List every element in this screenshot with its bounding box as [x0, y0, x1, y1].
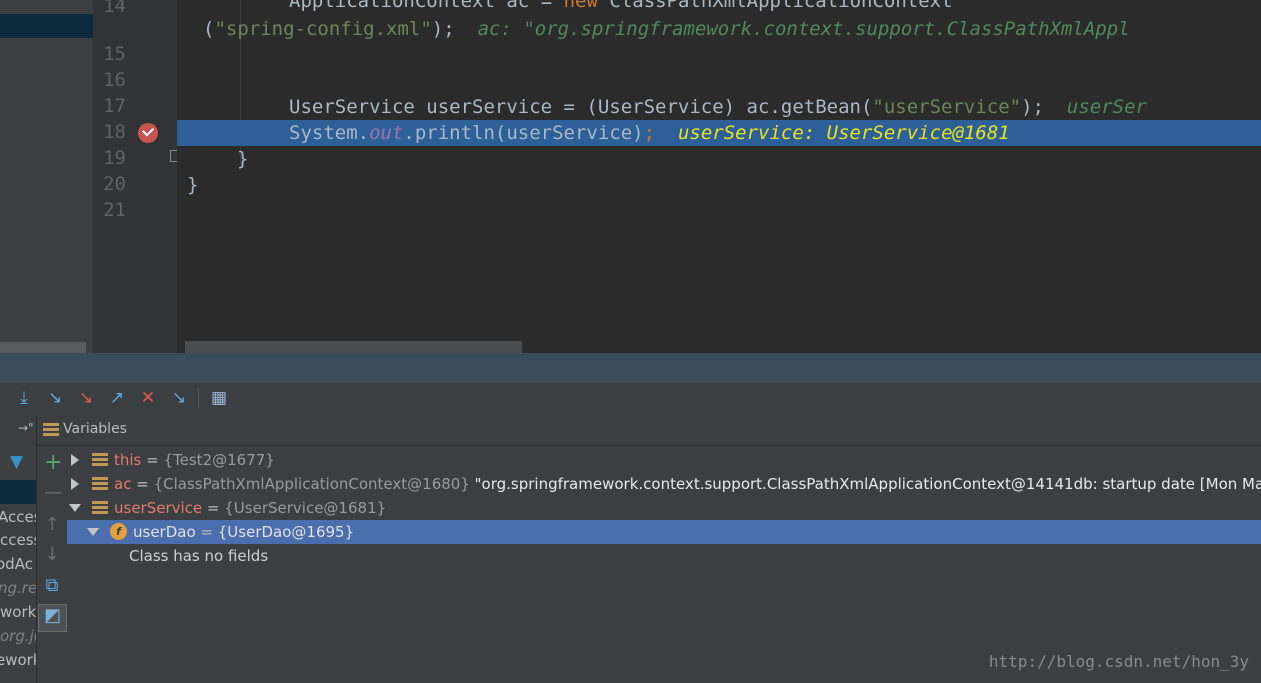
editor-horizontal-scrollbar[interactable] — [185, 341, 522, 353]
frames-restore-icon[interactable]: →" — [18, 421, 34, 435]
breakpoint-check-icon[interactable] — [138, 123, 158, 143]
frame-item[interactable]: Acces — [0, 508, 36, 526]
code-line-18: System.out.println(userService); userSer… — [289, 122, 1010, 144]
line-number: 21 — [103, 199, 126, 221]
frames-selected-row[interactable] — [0, 480, 36, 504]
step-over-icon[interactable]: ⤓ — [13, 388, 35, 408]
field-icon: f — [110, 523, 127, 540]
filter-icon[interactable]: ▼ — [10, 452, 23, 472]
empty-fields-note: Class has no fields — [129, 547, 269, 565]
variables-header — [37, 416, 1261, 446]
frame-item[interactable]: odAc — [0, 555, 36, 573]
copy-icon[interactable]: ⧉ — [44, 575, 60, 596]
line-number: 20 — [103, 173, 126, 195]
object-icon — [92, 453, 108, 467]
variables-title: Variables — [63, 421, 127, 437]
step-into-icon[interactable]: ↘ — [44, 388, 66, 408]
expand-arrow-icon[interactable] — [71, 478, 79, 490]
collapse-arrow-icon[interactable] — [69, 504, 81, 512]
expand-arrow-icon[interactable] — [71, 454, 79, 466]
project-panel — [0, 0, 93, 353]
frame-item[interactable]: org.ju — [0, 627, 36, 645]
line-number: 15 — [103, 43, 126, 65]
drop-frame-icon[interactable]: ✕ — [137, 388, 159, 408]
evaluate-expression-icon[interactable]: ▦ — [208, 388, 230, 408]
variable-row[interactable]: this = {Test2@1677} — [67, 448, 1261, 472]
variable-row[interactable]: userService = {UserService@1681} — [67, 496, 1261, 520]
force-step-into-icon[interactable]: ↘ — [75, 388, 97, 408]
code-editor[interactable]: ApplicationContext ac = new ClassPathXml… — [177, 0, 1261, 353]
move-down-icon[interactable]: ↓ — [44, 544, 60, 565]
run-to-cursor-icon[interactable]: ↘ — [168, 388, 190, 408]
frame-item[interactable]: ework — [0, 651, 36, 669]
line-number: 19 — [103, 147, 126, 169]
watermark: http://blog.csdn.net/hon_3y — [988, 652, 1249, 671]
frame-item[interactable]: ng.re — [0, 579, 36, 597]
code-line-20: } — [187, 174, 199, 196]
frame-item[interactable]: Access — [0, 531, 36, 549]
frame-item[interactable]: work — [0, 603, 36, 621]
panel-splitter[interactable] — [0, 353, 1261, 381]
code-line-14-cont: ("spring-config.xml"); ac: "org.springfr… — [203, 18, 1130, 40]
variable-row-selected[interactable]: f userDao = {UserDao@1695} — [67, 520, 1261, 544]
variables-tree[interactable]: this = {Test2@1677} ac = {ClassPathXmlAp… — [67, 446, 1261, 683]
collapse-arrow-icon[interactable] — [87, 528, 99, 536]
variables-icon — [43, 423, 59, 437]
move-up-icon[interactable]: ↑ — [44, 514, 60, 535]
step-out-icon[interactable]: ↗ — [106, 388, 128, 408]
line-number: 18 — [103, 121, 126, 143]
toolbar-divider — [198, 388, 199, 408]
line-number: 14 — [103, 0, 126, 17]
add-watch-icon[interactable]: + — [44, 450, 62, 475]
variable-row[interactable]: ac = {ClassPathXmlApplicationContext@168… — [67, 472, 1261, 496]
project-scrollbar[interactable] — [0, 342, 86, 353]
line-number: 17 — [103, 95, 126, 117]
code-line-14: ApplicationContext ac = new ClassPathXml… — [289, 0, 953, 12]
code-line-19: } — [237, 148, 249, 170]
code-line-17: UserService userService = (UserService) … — [289, 96, 1147, 118]
remove-watch-icon[interactable]: — — [44, 482, 62, 503]
line-number: 16 — [103, 69, 126, 91]
object-icon — [92, 477, 108, 491]
project-selected-row[interactable] — [0, 14, 93, 38]
watches-icon: ◩ — [44, 605, 62, 626]
object-icon — [92, 501, 108, 515]
